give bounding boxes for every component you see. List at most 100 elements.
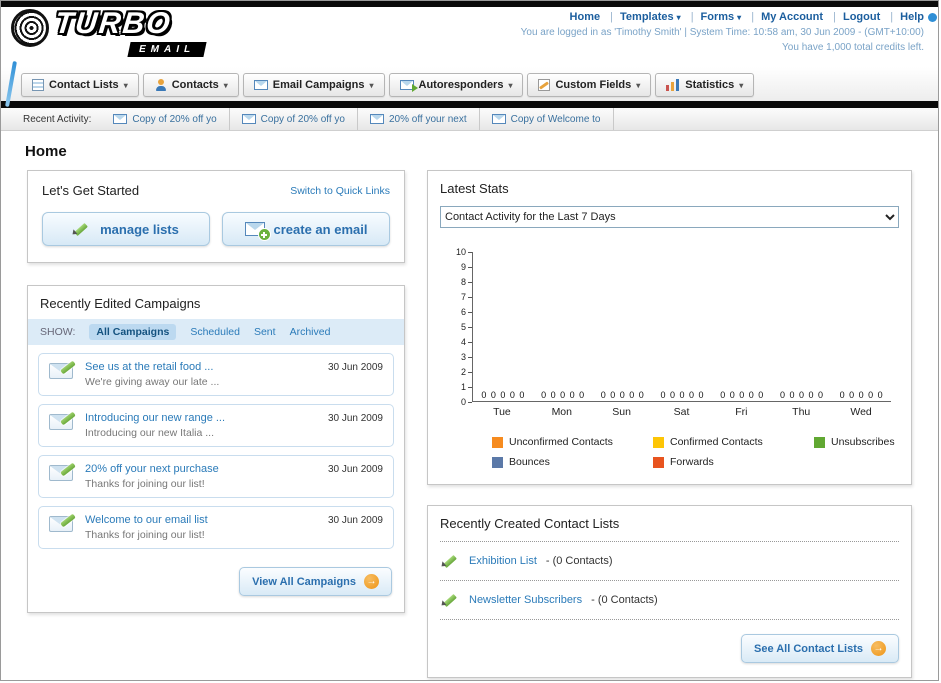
campaign-date: 30 Jun 2009 — [327, 413, 383, 424]
campaign-filter-bar: SHOW: All Campaigns Scheduled Sent Archi… — [28, 319, 404, 345]
contact-count: - (0 Contacts) — [591, 594, 658, 606]
campaign-envelope-pencil-icon — [49, 465, 73, 481]
campaign-date: 30 Jun 2009 — [327, 515, 383, 526]
contact-list-link[interactable]: Newsletter Subscribers — [469, 594, 582, 606]
campaign-row[interactable]: Welcome to our email list Thanks for joi… — [38, 506, 394, 549]
campaign-row[interactable]: 20% off your next purchase Thanks for jo… — [38, 455, 394, 498]
top-link-templates[interactable]: Templates — [603, 11, 680, 23]
filter-archived[interactable]: Archived — [290, 326, 331, 338]
y-axis-tick-label: 2 — [461, 367, 472, 377]
stats-range-select[interactable]: Contact Activity for the Last 7 Days — [440, 206, 899, 228]
contact-lists-icon — [32, 79, 44, 91]
tab-autoresponders[interactable]: Autoresponders — [388, 73, 524, 97]
pencil-icon — [442, 591, 460, 609]
page-title: Home — [25, 143, 67, 160]
contact-lists-panel: Recently Created Contact Lists Exhibitio… — [427, 505, 912, 678]
tab-contact-lists[interactable]: Contact Lists — [21, 73, 139, 97]
y-axis-tick-label: 6 — [461, 307, 472, 317]
chart-bar-group: 0 0 0 0 0 — [652, 252, 712, 401]
filter-sent[interactable]: Sent — [254, 326, 276, 338]
see-all-contact-lists-button[interactable]: See All Contact Lists — [740, 634, 899, 663]
email-campaigns-icon — [253, 80, 268, 90]
tab-custom-fields[interactable]: Custom Fields — [527, 73, 652, 97]
session-info: You are logged in as 'Timothy Smith' | S… — [520, 27, 924, 38]
campaign-title-link[interactable]: See us at the retail food ... — [85, 361, 305, 373]
logo-swirl-icon — [11, 9, 49, 47]
campaign-title-link[interactable]: 20% off your next purchase — [85, 463, 305, 475]
top-link-my-account[interactable]: My Account — [744, 11, 823, 23]
y-axis-tick-label: 0 — [461, 397, 472, 407]
legend-swatch — [653, 436, 664, 448]
campaigns-panel: Recently Edited Campaigns SHOW: All Camp… — [27, 285, 405, 613]
get-started-panel: Let's Get Started Switch to Quick Links … — [27, 170, 405, 263]
header: TURBO EMAIL Home Templates Forms My Acco… — [1, 7, 938, 107]
tab-label: Contact Lists — [49, 79, 119, 91]
y-axis-tick-label: 10 — [456, 247, 472, 257]
bar-value-labels: 0 0 0 0 0 — [660, 390, 704, 400]
view-all-campaigns-button[interactable]: View All Campaigns — [239, 567, 392, 596]
campaign-subtitle: Introducing our new Italia ... — [85, 427, 214, 439]
recent-activity-item[interactable]: Copy of 20% off yo — [101, 108, 230, 130]
top-link-home[interactable]: Home — [570, 11, 601, 23]
bar-value-labels: 0 0 0 0 0 — [600, 390, 644, 400]
chart-bar-group: 0 0 0 0 0 — [592, 252, 652, 401]
y-axis-tick-label: 8 — [461, 277, 472, 287]
chart-y-axis: 10 9 8 7 6 5 4 3 2 1 0 — [448, 247, 472, 407]
corner-dot — [928, 13, 937, 22]
header-right: Home Templates Forms My Account Logout H… — [521, 11, 924, 53]
credits-info: You have 1,000 total credits left. — [782, 42, 924, 53]
legend-item: Unsubscribes — [814, 436, 899, 448]
recent-activity-item[interactable]: Copy of 20% off yo — [230, 108, 358, 130]
x-axis-label: Fri — [735, 406, 748, 418]
campaign-title-link[interactable]: Welcome to our email list — [85, 514, 305, 526]
activity-item-label: Copy of 20% off yo — [260, 113, 345, 125]
brand-logo: TURBO EMAIL — [11, 7, 207, 57]
top-link-forms[interactable]: Forms — [684, 11, 742, 23]
envelope-plus-icon — [244, 222, 271, 241]
x-axis-label: Thu — [792, 406, 811, 418]
chevron-down-icon — [734, 11, 741, 23]
chevron-down-icon — [508, 79, 512, 91]
filter-scheduled[interactable]: Scheduled — [190, 326, 240, 338]
campaign-row[interactable]: Introducing our new range ... Introducin… — [38, 404, 394, 447]
tab-label: Autoresponders — [418, 79, 504, 91]
chevron-down-icon — [124, 79, 128, 91]
bar-value-labels: 0 0 0 0 0 — [720, 390, 764, 400]
logo-turbo-text: TURBO — [53, 7, 174, 40]
legend-label: Bounces — [509, 456, 550, 468]
campaign-title-link[interactable]: Introducing our new range ... — [85, 412, 305, 424]
top-link-logout[interactable]: Logout — [826, 11, 880, 23]
y-axis-tick-label: 3 — [461, 352, 472, 362]
top-link-help[interactable]: Help — [883, 11, 924, 23]
bar-value-labels: 0 0 0 0 0 — [779, 390, 823, 400]
y-axis-tick-label: 9 — [461, 262, 472, 272]
campaign-row[interactable]: See us at the retail food ... We're givi… — [38, 353, 394, 396]
chart-bar-group: 0 0 0 0 0 — [772, 252, 832, 401]
tab-contacts[interactable]: Contacts — [142, 73, 239, 97]
contact-list-link[interactable]: Exhibition List — [469, 555, 537, 567]
chevron-down-icon — [674, 11, 681, 23]
tab-email-campaigns[interactable]: Email Campaigns — [242, 73, 385, 97]
nav-divider-bar — [1, 101, 938, 108]
legend-label: Unsubscribes — [831, 436, 895, 448]
arrow-right-icon — [364, 574, 379, 589]
switch-to-quick-links[interactable]: Switch to Quick Links — [290, 185, 390, 197]
create-email-button[interactable]: create an email — [222, 212, 390, 246]
recent-activity-label: Recent Activity: — [23, 113, 92, 125]
statistics-icon — [666, 79, 681, 91]
contact-list-row[interactable]: Newsletter Subscribers - (0 Contacts) — [440, 581, 899, 620]
manage-lists-button[interactable]: manage lists — [42, 212, 210, 246]
x-axis-label: Sat — [673, 406, 690, 418]
chart-bar-group: 0 0 0 0 0 — [831, 252, 891, 401]
top-link-label: Templates — [620, 11, 674, 23]
x-axis-label: Wed — [850, 406, 872, 418]
recent-activity-bar: Recent Activity: Copy of 20% off yo Copy… — [1, 108, 938, 131]
recent-activity-item[interactable]: 20% off your next — [358, 108, 480, 130]
main-content: Home Let's Get Started Switch to Quick L… — [1, 143, 938, 678]
recent-activity-item[interactable]: Copy of Welcome to — [480, 108, 614, 130]
filter-all-campaigns[interactable]: All Campaigns — [89, 324, 177, 340]
top-link-label: Help — [900, 11, 924, 23]
contact-list-row[interactable]: Exhibition List - (0 Contacts) — [440, 541, 899, 581]
tab-statistics[interactable]: Statistics — [655, 73, 755, 97]
legend-item: Confirmed Contacts — [653, 436, 808, 448]
